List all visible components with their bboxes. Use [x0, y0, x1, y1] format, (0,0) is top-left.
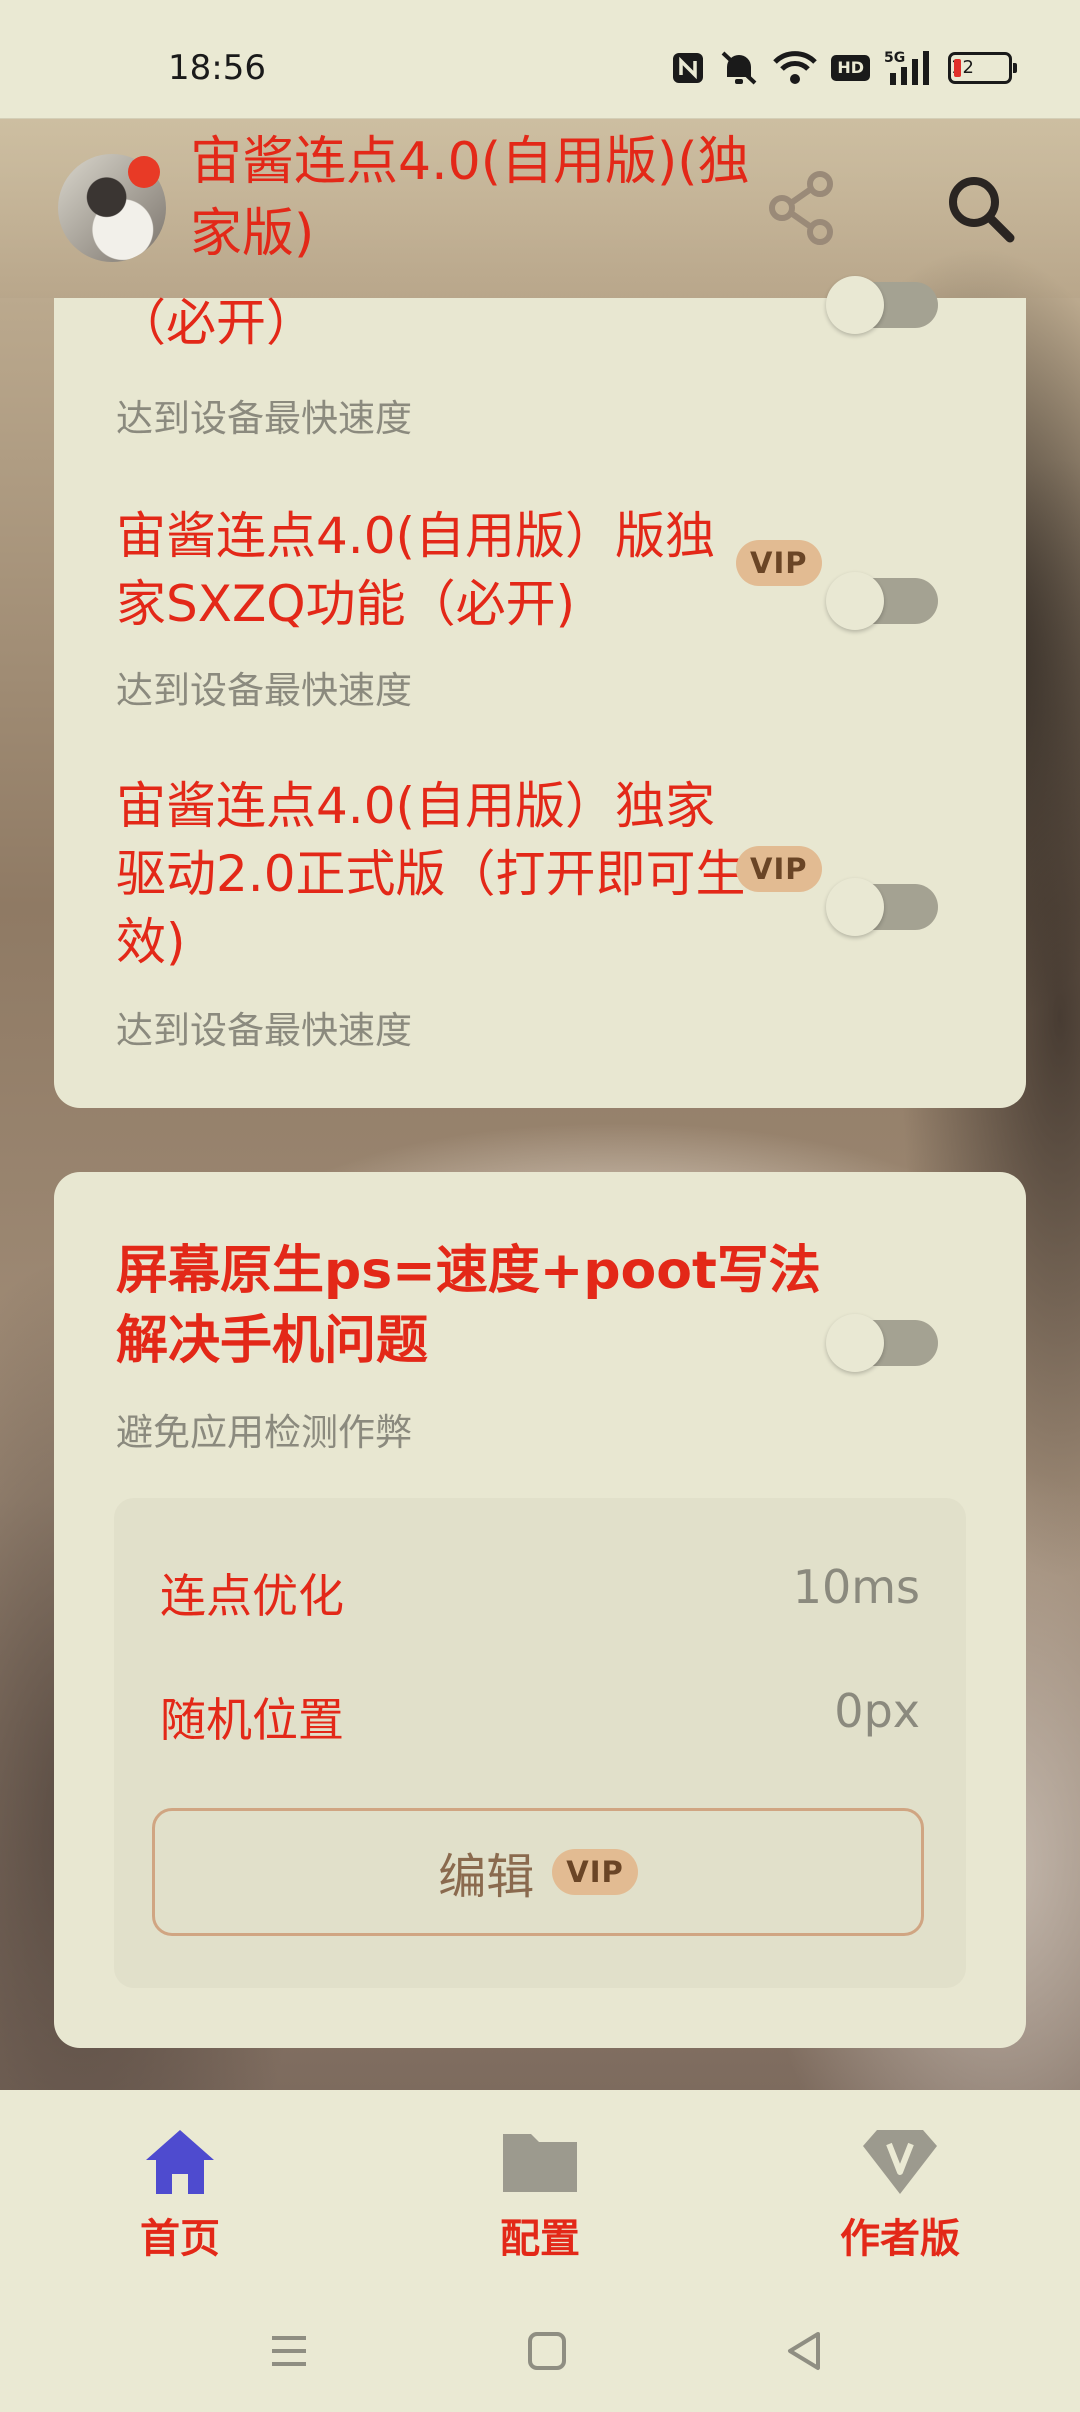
wifi-icon — [773, 50, 818, 86]
option-subtitle-partial: 达到设备最快速度 — [116, 397, 412, 440]
option-subtitle-sxzq: 达到设备最快速度 — [116, 669, 412, 712]
back-icon[interactable] — [780, 2326, 830, 2376]
toggle-knob — [826, 1314, 884, 1372]
nav-item-config[interactable]: 配置 — [440, 2126, 640, 2264]
home-icon — [146, 2130, 214, 2194]
folder-icon — [503, 2134, 577, 2192]
notification-dot — [128, 156, 160, 188]
nav-label-home: 首页 — [140, 2216, 220, 2262]
hd-icon: HD — [831, 55, 870, 81]
toggle-knob — [826, 878, 884, 936]
edit-button[interactable]: 编辑 VIP — [152, 1808, 924, 1936]
system-nav-bar — [0, 2290, 1080, 2412]
click-optimize-label: 连点优化 — [160, 1569, 344, 1623]
option-subtitle-driver: 达到设备最快速度 — [116, 1009, 412, 1052]
vip-badge: VIP — [736, 846, 822, 892]
vip-badge: VIP — [552, 1849, 638, 1895]
5g-signal-icon: 5G — [884, 49, 934, 87]
search-icon[interactable] — [944, 172, 1016, 244]
option-title-sxzq: 宙酱连点4.0(自用版）版独家SXZQ功能（必开) — [116, 507, 716, 633]
toggle-knob — [826, 572, 884, 630]
app-bar: 宙酱连点4.0(自用版)(独家版) — [0, 118, 1080, 298]
svg-text:5G: 5G — [884, 50, 905, 66]
vip-diamond-icon — [863, 2130, 937, 2194]
nfc-icon — [671, 51, 705, 85]
vip-badge: VIP — [736, 540, 822, 586]
nav-label-config: 配置 — [500, 2216, 580, 2262]
toggle-knob — [826, 276, 884, 334]
option-title-partial: （必开） — [116, 294, 316, 352]
toggle-switch-partial[interactable] — [826, 276, 938, 334]
settings-panel: 连点优化 10ms 随机位置 0px 编辑 VIP — [114, 1498, 966, 1988]
share-icon[interactable] — [766, 170, 838, 246]
status-bar: 18:56 HD 5G 12 — [0, 0, 1080, 119]
toggle-driver[interactable] — [826, 878, 938, 936]
toggle-screen-native[interactable] — [826, 1314, 938, 1372]
random-position-label: 随机位置 — [160, 1693, 344, 1747]
nav-label-author: 作者版 — [840, 2216, 960, 2262]
nav-item-home[interactable]: 首页 — [80, 2126, 280, 2264]
battery-icon: 12 — [948, 52, 1017, 84]
home-button-icon[interactable] — [522, 2326, 572, 2376]
nav-item-author[interactable]: 作者版 — [800, 2126, 1000, 2264]
options-card: （必开） 达到设备最快速度 宙酱连点4.0(自用版）版独家SXZQ功能（必开) … — [54, 276, 1026, 1108]
mute-icon — [719, 49, 759, 87]
status-icons: HD 5G 12 — [671, 46, 1017, 90]
random-position-value: 0px — [834, 1684, 920, 1738]
edit-button-label: 编辑 — [438, 1849, 535, 1905]
card2-title: 屏幕原生ps=速度+poot写法解决手机问题 — [116, 1241, 821, 1371]
bottom-nav: 首页 配置 作者版 — [0, 2090, 1080, 2290]
status-time: 18:56 — [168, 48, 266, 88]
screen-native-card: 屏幕原生ps=速度+poot写法解决手机问题 避免应用检测作弊 连点优化 10m… — [54, 1172, 1026, 2048]
app-title: 宙酱连点4.0(自用版)(独家版) — [190, 132, 750, 264]
option-title-driver: 宙酱连点4.0(自用版）独家驱动2.0正式版（打开即可生效) — [116, 777, 746, 971]
toggle-sxzq[interactable] — [826, 572, 938, 630]
card2-subtitle: 避免应用检测作弊 — [116, 1411, 412, 1454]
menu-icon[interactable] — [264, 2326, 314, 2376]
click-optimize-value: 10ms — [792, 1560, 920, 1614]
